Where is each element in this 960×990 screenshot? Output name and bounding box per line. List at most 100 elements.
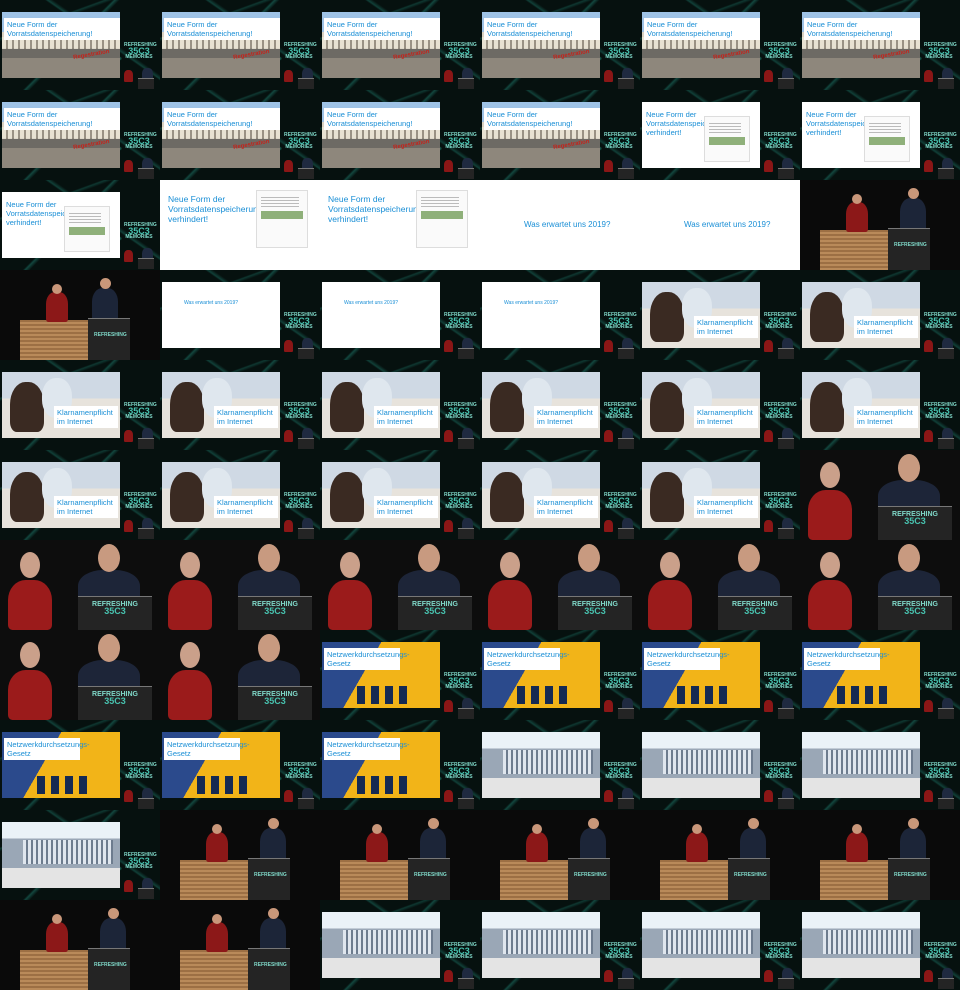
horse-mask-person <box>330 382 364 432</box>
event-logo: REFRESHING 35C3 MEMORIES <box>124 402 157 420</box>
event-logo: REFRESHING 35C3 MEMORIES <box>444 132 477 150</box>
video-frame: REFRESHING <box>640 810 800 900</box>
speaker-inset <box>120 62 158 89</box>
slide-thumbnail: Neue Form der Vorratsdatenspeicherung! Re… <box>802 12 920 78</box>
slide-title: Klarnamenpflicht im Internet <box>377 408 433 426</box>
slide-title: Klarnamenpflicht im Internet <box>57 408 113 426</box>
event-logo: REFRESHING 35C3 MEMORIES <box>604 312 637 330</box>
slide-thumbnail: Was erwartet uns 2019? <box>482 282 600 348</box>
speaker-inset <box>280 512 318 539</box>
speaker-inset <box>600 962 638 989</box>
slide-title: Netzwerkdurchsetzungs-Gesetz <box>7 740 90 758</box>
speaker-inset <box>280 332 318 359</box>
slide-thumbnail: Netzwerkdurchsetzungs-Gesetz <box>642 642 760 708</box>
event-logo: REFRESHING 35C3 MEMORIES <box>124 222 157 240</box>
speaker-inset <box>600 152 638 179</box>
speaker-inset <box>600 332 638 359</box>
slide-thumbnail: Neue Form der Vorratsdatenspeicherung! Re… <box>322 102 440 168</box>
parliament-illustration <box>642 912 760 978</box>
event-logo: REFRESHING 35C3 MEMORIES <box>444 672 477 690</box>
slide-thumbnail: Klarnamenpflicht im Internet <box>2 372 120 438</box>
slide-thumbnail: Klarnamenpflicht im Internet <box>642 372 760 438</box>
slide-title: Neue Form der Vorratsdatenspeicherung! <box>487 20 573 38</box>
slide-title: Was erwartet uns 2019? <box>344 300 399 306</box>
video-frame: REFRESHING 35C3 <box>800 450 960 540</box>
slide-thumbnail: Klarnamenpflicht im Internet <box>162 462 280 528</box>
slide-title: Klarnamenpflicht im Internet <box>217 408 273 426</box>
tweet-screenshot <box>864 116 910 162</box>
video-frame: REFRESHING 35C3 <box>800 540 960 630</box>
slide-title: Klarnamenpflicht im Internet <box>377 498 433 516</box>
slide-thumbnail: Klarnamenpflicht im Internet <box>802 282 920 348</box>
slide-thumbnail <box>802 732 920 798</box>
event-logo: REFRESHING 35C3 MEMORIES <box>604 42 637 60</box>
speaker-inset <box>760 332 798 359</box>
video-frame: Klarnamenpflicht im Internet REFRESHING 35… <box>800 360 960 450</box>
slide-thumbnail: Klarnamenpflicht im Internet <box>642 462 760 528</box>
horse-mask-person <box>650 472 684 522</box>
speaker-inset <box>440 332 478 359</box>
event-logo: REFRESHING 35C3 MEMORIES <box>604 672 637 690</box>
slide-title: Neue Form der Vorratsdatenspeicherung ve… <box>6 200 90 227</box>
horse-mask-person <box>650 382 684 432</box>
event-logo: REFRESHING 35C3 MEMORIES <box>604 402 637 420</box>
event-logo: REFRESHING 35C3 MEMORIES <box>444 42 477 60</box>
video-frame: REFRESHING <box>0 900 160 990</box>
speaker-inset <box>440 782 478 809</box>
speaker-inset <box>600 512 638 539</box>
video-frame: REFRESHING <box>480 810 640 900</box>
slide-thumbnail: Netzwerkdurchsetzungs-Gesetz <box>482 642 600 708</box>
video-frame: Neue Form der Vorratsdatenspeicherung! Re… <box>480 90 640 180</box>
slide-title: Klarnamenpflicht im Internet <box>537 498 593 516</box>
event-logo: REFRESHING 35C3 <box>252 691 298 706</box>
video-frame: Neue Form der Vorratsdatenspeicherung ve… <box>800 90 960 180</box>
slide-title: Klarnamenpflicht im Internet <box>537 408 593 426</box>
slide-title: Netzwerkdurchsetzungs-Gesetz <box>167 740 250 758</box>
parliament-illustration <box>482 912 600 978</box>
event-logo: REFRESHING 35C3 MEMORIES <box>124 132 157 150</box>
horse-mask-person <box>810 292 844 342</box>
slide-title: Neue Form der Vorratsdatenspeicherung ve… <box>646 110 730 137</box>
event-logo: REFRESHING 35C3 <box>92 601 138 616</box>
speaker-inset <box>120 422 158 449</box>
slide-title: Neue Form der Vorratsdatenspeicherung! <box>167 110 253 128</box>
event-logo: REFRESHING 35C3 MEMORIES <box>124 762 157 780</box>
video-frame: Klarnamenpflicht im Internet REFRESHING 35… <box>640 270 800 360</box>
slide-title: Klarnamenpflicht im Internet <box>217 498 273 516</box>
slide-title: Neue Form der Vorratsdatenspeicherung! <box>7 110 93 128</box>
video-frame: Neue Form der Vorratsdatenspeicherung! Re… <box>320 0 480 90</box>
event-logo: REFRESHING <box>414 872 447 878</box>
horse-mask-person <box>490 472 524 522</box>
slide-title: Klarnamenpflicht im Internet <box>57 498 113 516</box>
event-logo: REFRESHING 35C3 <box>252 601 298 616</box>
event-logo: REFRESHING <box>734 872 767 878</box>
slide-title: Klarnamenpflicht im Internet <box>857 408 913 426</box>
event-logo: REFRESHING 35C3 MEMORIES <box>284 312 317 330</box>
video-frame: Klarnamenpflicht im Internet REFRESHING 35… <box>320 450 480 540</box>
speaker-inset <box>760 782 798 809</box>
event-logo: REFRESHING 35C3 MEMORIES <box>124 42 157 60</box>
slide-thumbnail <box>642 912 760 978</box>
event-logo: REFRESHING 35C3 MEMORIES <box>444 942 477 960</box>
speaker-inset <box>600 62 638 89</box>
slide-title: Netzwerkdurchsetzungs-Gesetz <box>647 650 730 668</box>
slide-thumbnail: Klarnamenpflicht im Internet <box>322 462 440 528</box>
event-logo: REFRESHING 35C3 MEMORIES <box>924 762 957 780</box>
slide-title: Was erwartet uns 2019? <box>184 300 239 306</box>
video-frame: REFRESHING <box>160 810 320 900</box>
speaker-inset <box>600 422 638 449</box>
event-logo: REFRESHING 35C3 MEMORIES <box>764 312 797 330</box>
tweet-screenshot <box>256 190 308 248</box>
slide-title: Netzwerkdurchsetzungs-Gesetz <box>327 650 410 668</box>
event-logo: REFRESHING 35C3 MEMORIES <box>284 42 317 60</box>
speaker-inset <box>280 422 318 449</box>
parliament-illustration <box>322 912 440 978</box>
slide-thumbnail: Netzwerkdurchsetzungs-Gesetz <box>2 732 120 798</box>
video-frame: REFRESHING <box>160 900 320 990</box>
video-frame: Klarnamenpflicht im Internet REFRESHING 35… <box>160 450 320 540</box>
speaker-inset <box>760 692 798 719</box>
slide-thumbnail <box>2 822 120 888</box>
video-frame: REFRESHING 35C3 <box>0 540 160 630</box>
slide-thumbnail: Neue Form der Vorratsdatenspeicherung ve… <box>2 192 120 258</box>
video-frame: Klarnamenpflicht im Internet REFRESHING 35… <box>0 360 160 450</box>
